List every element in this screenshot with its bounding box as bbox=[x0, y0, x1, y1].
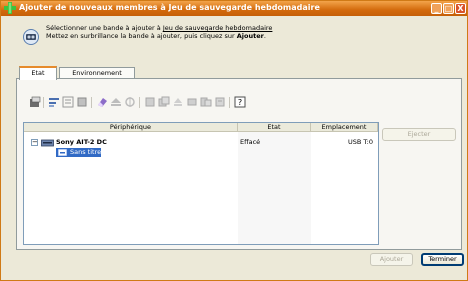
column-header-etat[interactable]: Etat bbox=[238, 123, 311, 132]
svg-text:?: ? bbox=[238, 98, 242, 107]
disabled-icon-5[interactable] bbox=[200, 96, 212, 108]
disabled-icon-4[interactable] bbox=[186, 96, 198, 108]
instruction-add-bold: Ajouter bbox=[236, 32, 264, 40]
tab-etat[interactable]: Etat bbox=[19, 66, 57, 80]
inventory-icon[interactable] bbox=[76, 96, 88, 108]
toolbar-separator bbox=[139, 97, 140, 108]
close-button[interactable]: X bbox=[455, 3, 466, 14]
collapse-toggle[interactable]: − bbox=[31, 139, 38, 146]
instruction-line2-end: . bbox=[263, 32, 266, 40]
format-icon[interactable] bbox=[48, 96, 60, 108]
title-bar[interactable]: Ajouter de nouveaux membres à Jeu de sau… bbox=[1, 1, 467, 16]
tape-drive-icon bbox=[41, 139, 54, 147]
device-etat: Effacé bbox=[240, 138, 261, 146]
eject-icon[interactable] bbox=[110, 96, 122, 108]
tab-environnement-label: Environnement bbox=[72, 69, 122, 77]
backup-set-link[interactable]: Jeu de sauvegarde hebdomadaire bbox=[163, 24, 273, 32]
tape-add-wizard-icon bbox=[23, 29, 39, 45]
toolbar-separator bbox=[43, 97, 44, 108]
disabled-icon-1[interactable] bbox=[144, 96, 156, 108]
instructions: Sélectionner une bande à ajouter à Jeu d… bbox=[46, 24, 272, 40]
column-header-peripherique[interactable]: Périphérique bbox=[24, 123, 238, 132]
column-header-emplacement[interactable]: Emplacement bbox=[311, 123, 378, 132]
maximize-button[interactable]: □ bbox=[443, 3, 454, 14]
toolbar: ? bbox=[23, 96, 449, 110]
add-plus-icon bbox=[4, 2, 16, 14]
toolbar-separator bbox=[91, 97, 92, 108]
toolbar-separator bbox=[229, 97, 230, 108]
tape-cartridge-icon bbox=[58, 149, 67, 156]
instruction-line2-text: Mettez en surbrillance la bande à ajoute… bbox=[46, 32, 237, 40]
etat-column-bg bbox=[238, 132, 311, 244]
device-emplacement: USB T:0 bbox=[348, 138, 373, 146]
eject-button[interactable]: Ejecter bbox=[382, 128, 456, 141]
disabled-icon-2[interactable] bbox=[158, 96, 170, 108]
media-name: Sans titre bbox=[70, 148, 102, 156]
window-title: Ajouter de nouveaux membres à Jeu de sau… bbox=[19, 3, 320, 12]
device-name[interactable]: Sony AIT-2 DC bbox=[56, 138, 107, 147]
disabled-icon-3[interactable] bbox=[172, 96, 184, 108]
dialog-window: Ajouter de nouveaux membres à Jeu de sau… bbox=[0, 0, 468, 281]
help-icon[interactable]: ? bbox=[234, 96, 246, 108]
disabled-icon-6[interactable] bbox=[214, 96, 226, 108]
catalog-icon[interactable] bbox=[62, 96, 74, 108]
tab-etat-label: Etat bbox=[31, 69, 45, 77]
minimize-button[interactable]: _ bbox=[431, 3, 442, 14]
finish-button[interactable]: Terminer bbox=[421, 253, 464, 266]
erase-icon[interactable] bbox=[96, 96, 108, 108]
instruction-line1-text: Sélectionner une bande à ajouter à bbox=[46, 24, 163, 32]
properties-icon[interactable] bbox=[29, 96, 41, 108]
selected-media-row[interactable]: Sans titre bbox=[56, 148, 101, 157]
import-icon[interactable] bbox=[124, 96, 136, 108]
add-button[interactable]: Ajouter bbox=[370, 253, 413, 266]
device-list[interactable]: Périphérique Etat Emplacement − Sony AIT… bbox=[23, 122, 379, 245]
